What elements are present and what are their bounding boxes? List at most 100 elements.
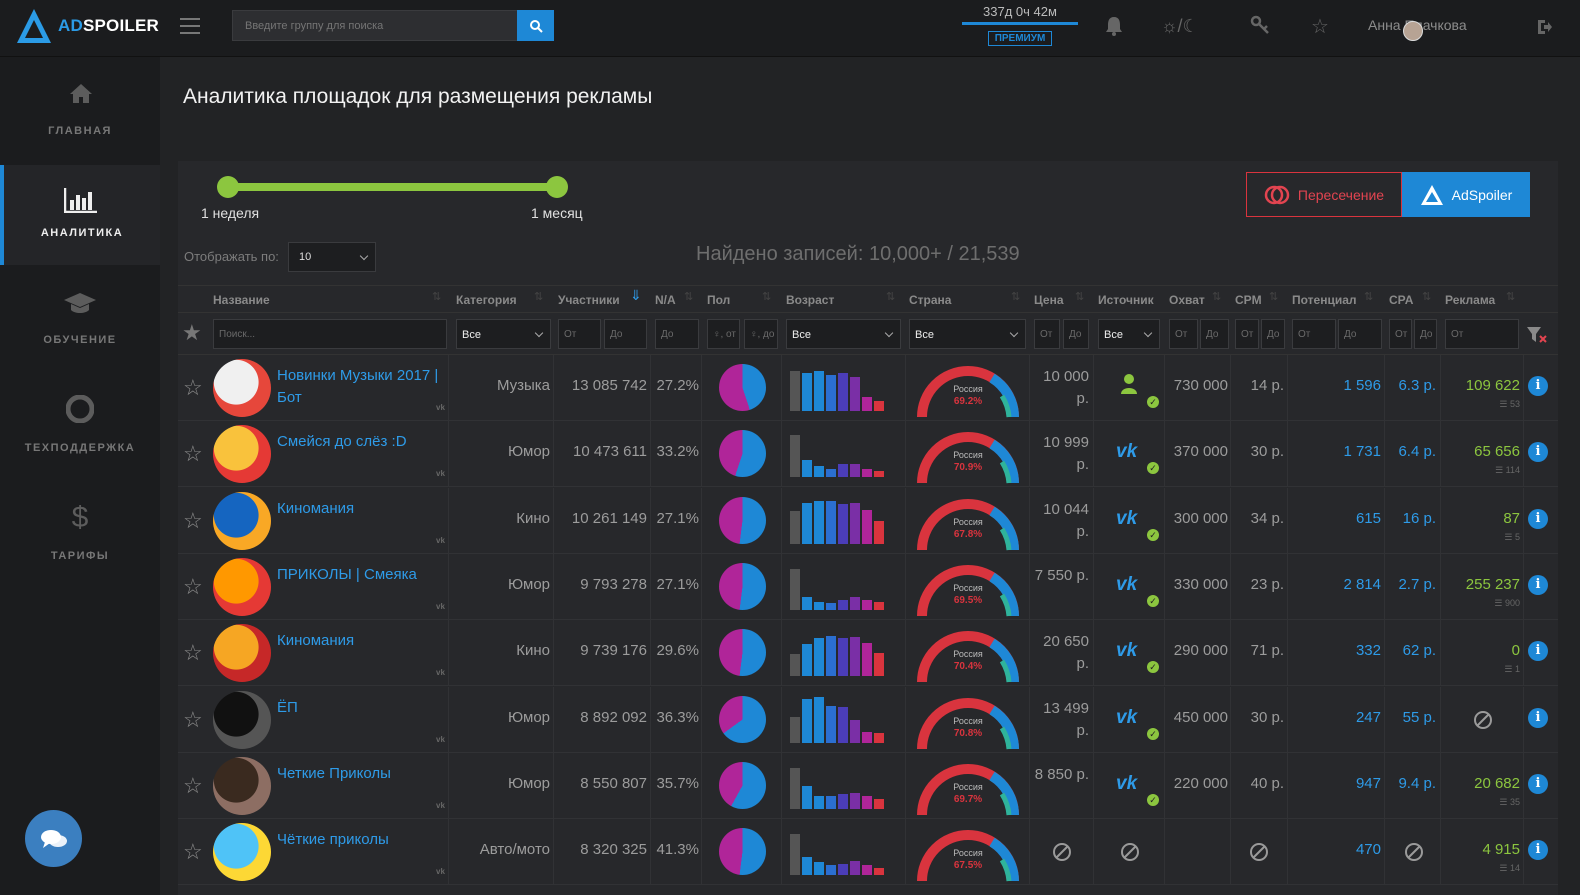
- col-na[interactable]: N/A: [655, 293, 676, 307]
- col-name[interactable]: Название: [213, 293, 270, 307]
- adspoiler-button[interactable]: AdSpoiler: [1402, 172, 1530, 217]
- group-name-link[interactable]: Новинки Музыки 2017 | Бот: [277, 365, 447, 409]
- nav-analytics[interactable]: АНАЛИТИКА: [0, 165, 160, 265]
- group-name-link[interactable]: Четкие Приколы: [277, 763, 447, 785]
- logo[interactable]: ADSPOILER: [14, 6, 159, 46]
- group-avatar[interactable]: [213, 557, 271, 616]
- logout-icon[interactable]: [1535, 18, 1553, 36]
- group-search-input[interactable]: [232, 10, 518, 41]
- sort-desc-icon[interactable]: ⇓: [630, 287, 642, 304]
- col-source[interactable]: Источник: [1098, 293, 1154, 307]
- col-cpm[interactable]: CPM: [1235, 293, 1262, 307]
- age-bar-chart[interactable]: [790, 564, 900, 610]
- age-bar-chart[interactable]: [790, 365, 900, 411]
- group-avatar[interactable]: [213, 491, 271, 550]
- sort-icon[interactable]: ⇅: [432, 290, 441, 303]
- cpa-from-input[interactable]: От: [1389, 319, 1412, 349]
- sort-icon[interactable]: ⇅: [1011, 290, 1020, 303]
- col-country[interactable]: Страна: [909, 293, 951, 307]
- favorite-star-icon[interactable]: ☆: [183, 773, 203, 799]
- sort-icon[interactable]: ⇅: [1075, 290, 1084, 303]
- gender-pie-chart[interactable]: [719, 364, 766, 411]
- group-name-link[interactable]: Смейся до слёз :D: [277, 431, 447, 453]
- premium-badge[interactable]: ПРЕМИУМ: [987, 31, 1053, 46]
- col-category[interactable]: Категория: [456, 293, 517, 307]
- theme-toggle-icon[interactable]: ☼/☾: [1161, 16, 1199, 37]
- favorite-star-icon[interactable]: ☆: [183, 839, 203, 865]
- intersection-button[interactable]: Пересечение: [1246, 172, 1402, 217]
- reach-from-input[interactable]: От: [1169, 319, 1198, 349]
- name-search-input[interactable]: Поиск...: [213, 319, 447, 349]
- favorite-star-icon[interactable]: ☆: [183, 640, 203, 666]
- gender-pie-chart[interactable]: [719, 562, 766, 610]
- price-from-input[interactable]: От: [1034, 319, 1060, 349]
- info-icon[interactable]: i: [1528, 641, 1548, 662]
- info-icon[interactable]: i: [1528, 840, 1548, 861]
- age-bar-chart[interactable]: [790, 697, 900, 743]
- col-members[interactable]: Участники: [558, 293, 620, 307]
- category-select[interactable]: Все: [456, 319, 551, 349]
- group-name-link[interactable]: ПРИКОЛЫ | Смеяка: [277, 564, 447, 586]
- reach-to-input[interactable]: До: [1200, 319, 1229, 349]
- bell-icon[interactable]: [1104, 15, 1124, 37]
- cpm-to-input[interactable]: До: [1261, 319, 1285, 349]
- favorite-star-icon[interactable]: ☆: [183, 441, 203, 467]
- favorite-star-icon[interactable]: ☆: [183, 375, 203, 401]
- period-slider-end-handle[interactable]: [546, 176, 568, 198]
- sort-icon[interactable]: ⇅: [1212, 290, 1221, 303]
- gender-pie-chart[interactable]: [719, 828, 766, 876]
- group-name-link[interactable]: Киномания: [277, 498, 447, 520]
- na-to-input[interactable]: До: [655, 319, 699, 349]
- info-icon[interactable]: i: [1528, 376, 1548, 396]
- group-name-link[interactable]: ЁП: [277, 697, 447, 719]
- group-avatar[interactable]: [213, 690, 271, 749]
- gender-pie-chart[interactable]: [719, 695, 766, 743]
- members-from-input[interactable]: От: [558, 319, 601, 349]
- country-select[interactable]: Все: [909, 319, 1026, 349]
- chat-button[interactable]: [25, 810, 82, 867]
- age-bar-chart[interactable]: [790, 498, 900, 544]
- col-age[interactable]: Возраст: [786, 293, 834, 307]
- group-name-link[interactable]: Киномания: [277, 630, 447, 652]
- sort-icon[interactable]: ⇅: [1364, 290, 1373, 303]
- user-menu[interactable]: Анна Плачкова: [1368, 17, 1467, 41]
- per-page-select[interactable]: 10: [288, 242, 376, 272]
- group-name-link[interactable]: Чёткие приколы: [277, 829, 447, 851]
- nav-tariffs[interactable]: $ ТАРИФЫ: [0, 491, 160, 591]
- info-icon[interactable]: i: [1528, 773, 1548, 794]
- source-select[interactable]: Все: [1098, 319, 1160, 349]
- sort-icon[interactable]: ⇅: [684, 290, 693, 303]
- cpm-from-input[interactable]: От: [1235, 319, 1259, 349]
- age-bar-chart[interactable]: [790, 431, 900, 478]
- gender-pie-chart[interactable]: [719, 430, 766, 478]
- favorites-filter-star-icon[interactable]: ★: [182, 320, 202, 346]
- sort-icon[interactable]: ⇅: [534, 290, 543, 303]
- group-avatar[interactable]: [213, 823, 271, 882]
- group-avatar[interactable]: [213, 624, 271, 683]
- favorites-star-icon[interactable]: ☆: [1311, 14, 1329, 39]
- group-avatar[interactable]: [213, 425, 271, 484]
- info-icon[interactable]: i: [1528, 442, 1548, 463]
- clear-filters-icon[interactable]: [1526, 326, 1548, 344]
- info-icon[interactable]: i: [1528, 574, 1548, 595]
- age-bar-chart[interactable]: [790, 763, 900, 809]
- potential-to-input[interactable]: До: [1338, 319, 1382, 349]
- col-potential[interactable]: Потенциал: [1292, 293, 1357, 307]
- col-gender[interactable]: Пол: [707, 293, 730, 307]
- group-avatar[interactable]: [213, 359, 271, 417]
- info-icon[interactable]: i: [1528, 508, 1548, 529]
- gender-to-input[interactable]: ♀, до: [744, 319, 778, 349]
- gender-pie-chart[interactable]: [719, 761, 766, 809]
- age-bar-chart[interactable]: [790, 630, 900, 677]
- key-icon[interactable]: [1250, 15, 1270, 35]
- menu-toggle-icon[interactable]: [180, 18, 200, 34]
- ads-from-input[interactable]: От: [1445, 319, 1519, 349]
- favorite-star-icon[interactable]: ☆: [183, 707, 203, 733]
- favorite-star-icon[interactable]: ☆: [183, 574, 203, 600]
- col-reach[interactable]: Охват: [1169, 293, 1205, 307]
- group-avatar[interactable]: [213, 756, 271, 815]
- nav-training[interactable]: ОБУЧЕНИЕ: [0, 275, 160, 375]
- price-to-input[interactable]: До: [1063, 319, 1089, 349]
- gender-from-input[interactable]: ♀, от: [707, 319, 740, 349]
- age-select[interactable]: Все: [786, 319, 901, 349]
